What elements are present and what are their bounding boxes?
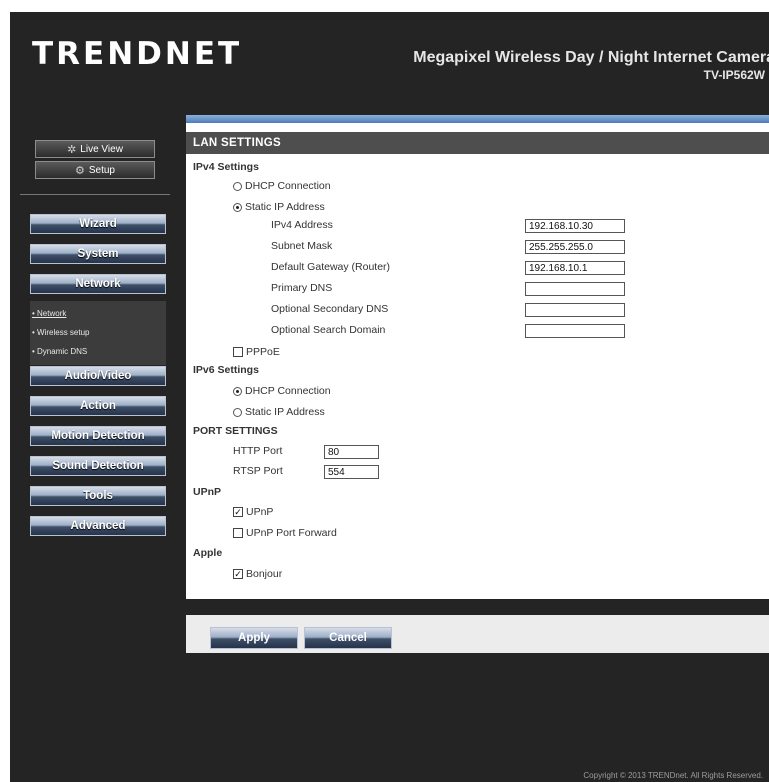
menu-action[interactable]: Action — [30, 396, 166, 416]
menu-network-label: Network — [75, 278, 121, 290]
menu-audio-video[interactable]: Audio/Video — [30, 366, 166, 386]
bonjour-checkbox[interactable]: ✓ — [233, 569, 243, 579]
search-domain-label: Optional Search Domain — [271, 324, 386, 336]
submenu-dynamic-dns[interactable]: • Dynamic DNS — [32, 347, 87, 356]
upnp-label: UPnP — [246, 506, 274, 518]
ipv4-dhcp-option[interactable]: DHCP Connection — [233, 180, 331, 192]
menu-network[interactable]: Network — [30, 274, 166, 294]
upnp-port-forward-option[interactable]: UPnP Port Forward — [233, 527, 337, 539]
camera-icon: ✲ — [67, 143, 77, 156]
upnp-port-forward-checkbox[interactable] — [233, 528, 243, 538]
ipv4-address-label: IPv4 Address — [271, 219, 333, 231]
bonjour-option[interactable]: ✓ Bonjour — [233, 568, 282, 580]
subnet-mask-input[interactable] — [525, 240, 625, 254]
menu-system[interactable]: System — [30, 244, 166, 264]
menu-sound-detection[interactable]: Sound Detection — [30, 456, 166, 476]
rtsp-port-label: RTSP Port — [233, 465, 283, 477]
apple-heading: Apple — [193, 547, 223, 559]
ipv6-dhcp-option[interactable]: DHCP Connection — [233, 385, 331, 397]
http-port-label: HTTP Port — [233, 445, 283, 457]
http-port-input[interactable] — [324, 445, 379, 459]
menu-audio-video-label: Audio/Video — [64, 370, 132, 382]
action-bar: Apply Cancel — [186, 615, 769, 653]
bonjour-label: Bonjour — [246, 568, 283, 580]
network-submenu: • Network • Wireless setup • Dynamic DNS — [30, 301, 166, 365]
ipv4-dhcp-radio[interactable] — [233, 181, 242, 191]
live-view-button[interactable]: ✲ Live View — [35, 140, 155, 158]
ipv6-static-radio[interactable] — [233, 407, 242, 417]
product-title: Megapixel Wireless Day / Night Internet … — [413, 49, 769, 66]
pppoe-checkbox[interactable] — [233, 347, 243, 357]
primary-dns-label: Primary DNS — [271, 282, 333, 294]
live-view-label: Live View — [80, 143, 123, 155]
ipv4-static-option[interactable]: Static IP Address — [233, 201, 325, 213]
submenu-ddns-label: Dynamic DNS — [37, 347, 88, 356]
menu-sound-label: Sound Detection — [52, 460, 144, 472]
menu-system-label: System — [77, 248, 119, 260]
default-gateway-input[interactable] — [525, 261, 625, 275]
lan-settings-panel: LAN SETTINGS IPv4 Settings DHCP Connecti… — [186, 123, 769, 599]
primary-dns-input[interactable] — [525, 282, 625, 296]
menu-tools-label: Tools — [83, 490, 113, 502]
submenu-wireless-setup[interactable]: • Wireless setup — [32, 328, 90, 337]
trendnet-logo: TRENDNET — [32, 36, 243, 72]
secondary-dns-label: Optional Secondary DNS — [271, 303, 389, 315]
setup-label: Setup — [88, 164, 115, 176]
ipv4-address-input[interactable] — [525, 219, 625, 233]
rtsp-port-input[interactable] — [324, 465, 379, 479]
upnp-port-forward-label: UPnP Port Forward — [246, 527, 337, 539]
ipv6-static-label: Static IP Address — [245, 406, 325, 418]
upnp-heading: UPnP — [193, 486, 222, 498]
ipv6-static-option[interactable]: Static IP Address — [233, 406, 325, 418]
secondary-dns-input[interactable] — [525, 303, 625, 317]
menu-motion-label: Motion Detection — [51, 430, 145, 442]
ipv6-settings-heading: IPv6 Settings — [193, 364, 259, 376]
cancel-button[interactable]: Cancel — [304, 627, 392, 649]
ipv4-static-radio[interactable] — [233, 202, 242, 212]
menu-tools[interactable]: Tools — [30, 486, 166, 506]
ipv4-static-label: Static IP Address — [245, 201, 325, 213]
menu-wizard-label: Wizard — [79, 218, 117, 230]
ipv4-dhcp-label: DHCP Connection — [245, 180, 331, 192]
model-name: TV-IP562W — [703, 68, 765, 82]
sidebar-divider — [20, 194, 170, 195]
pppoe-option[interactable]: PPPoE — [233, 346, 280, 358]
search-domain-input[interactable] — [525, 324, 625, 338]
menu-wizard[interactable]: Wizard — [30, 214, 166, 234]
pppoe-label: PPPoE — [246, 346, 280, 358]
upnp-option[interactable]: ✓ UPnP — [233, 506, 273, 518]
upnp-checkbox[interactable]: ✓ — [233, 507, 243, 517]
submenu-network-label: Network — [37, 309, 67, 318]
app-frame: TRENDNET Megapixel Wireless Day / Night … — [10, 12, 769, 782]
ipv6-dhcp-label: DHCP Connection — [245, 385, 331, 397]
copyright-text: Copyright © 2013 TRENDnet. All Rights Re… — [583, 771, 763, 780]
default-gateway-label: Default Gateway (Router) — [271, 261, 391, 273]
apply-button[interactable]: Apply — [210, 627, 298, 649]
port-settings-heading: PORT SETTINGS — [193, 425, 278, 437]
ipv6-dhcp-radio[interactable] — [233, 386, 242, 396]
submenu-network[interactable]: • Network — [32, 309, 66, 318]
panel-title: LAN SETTINGS — [186, 132, 769, 154]
submenu-wireless-label: Wireless setup — [37, 328, 90, 337]
menu-advanced[interactable]: Advanced — [30, 516, 166, 536]
content-top-bar — [186, 115, 769, 123]
subnet-mask-label: Subnet Mask — [271, 240, 333, 252]
gear-icon: ⚙ — [74, 164, 85, 177]
setup-button[interactable]: ⚙ Setup — [35, 161, 155, 179]
ipv4-settings-heading: IPv4 Settings — [193, 161, 259, 173]
menu-motion-detection[interactable]: Motion Detection — [30, 426, 166, 446]
menu-action-label: Action — [80, 400, 116, 412]
menu-advanced-label: Advanced — [70, 520, 126, 532]
